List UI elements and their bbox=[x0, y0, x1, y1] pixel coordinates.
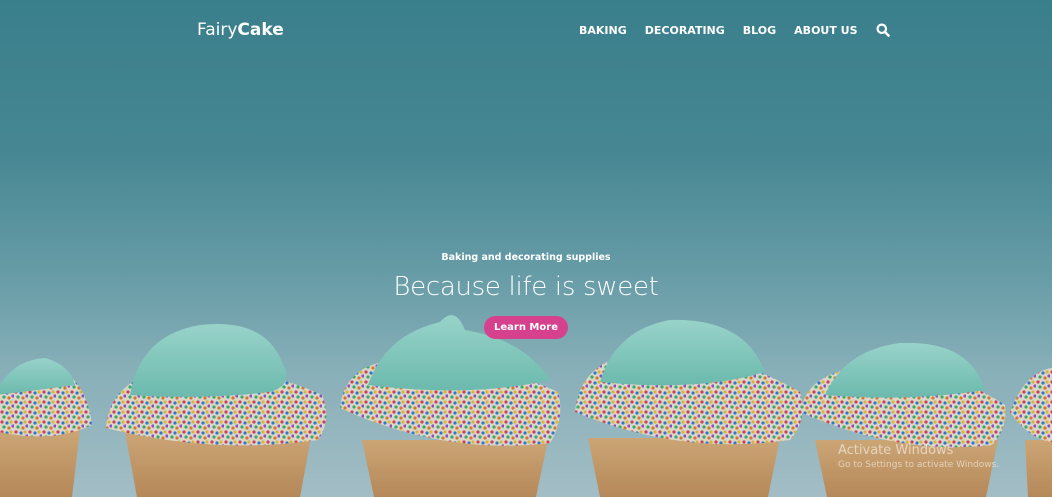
nav-link-about-us[interactable]: ABOUT US bbox=[794, 24, 857, 37]
learn-more-button[interactable]: Learn More bbox=[484, 316, 568, 339]
windows-activation-watermark: Activate Windows Go to Settings to activ… bbox=[838, 443, 999, 470]
watermark-title: Activate Windows bbox=[838, 443, 954, 458]
top-navbar: FairyCake BAKING DECORATING BLOG ABOUT U… bbox=[0, 0, 1052, 62]
brand-logo[interactable]: FairyCake bbox=[197, 20, 284, 40]
nav-link-decorating[interactable]: DECORATING bbox=[645, 24, 725, 37]
hero-tagline: Baking and decorating supplies bbox=[441, 252, 611, 263]
nav-link-baking[interactable]: BAKING bbox=[579, 24, 627, 37]
brand-logo-light: Fairy bbox=[197, 20, 238, 40]
brand-logo-bold: Cake bbox=[237, 20, 284, 40]
search-icon[interactable] bbox=[876, 22, 890, 37]
hero-content: Baking and decorating supplies Because l… bbox=[0, 252, 1052, 339]
watermark-subtitle: Go to Settings to activate Windows. bbox=[838, 460, 1000, 470]
nav-links: BAKING DECORATING BLOG ABOUT US bbox=[579, 23, 890, 37]
hero-headline: Because life is sweet bbox=[393, 272, 659, 302]
nav-link-blog[interactable]: BLOG bbox=[743, 24, 776, 37]
cupcakes-background-image bbox=[0, 0, 1052, 497]
hero-section: FairyCake BAKING DECORATING BLOG ABOUT U… bbox=[0, 0, 1052, 497]
